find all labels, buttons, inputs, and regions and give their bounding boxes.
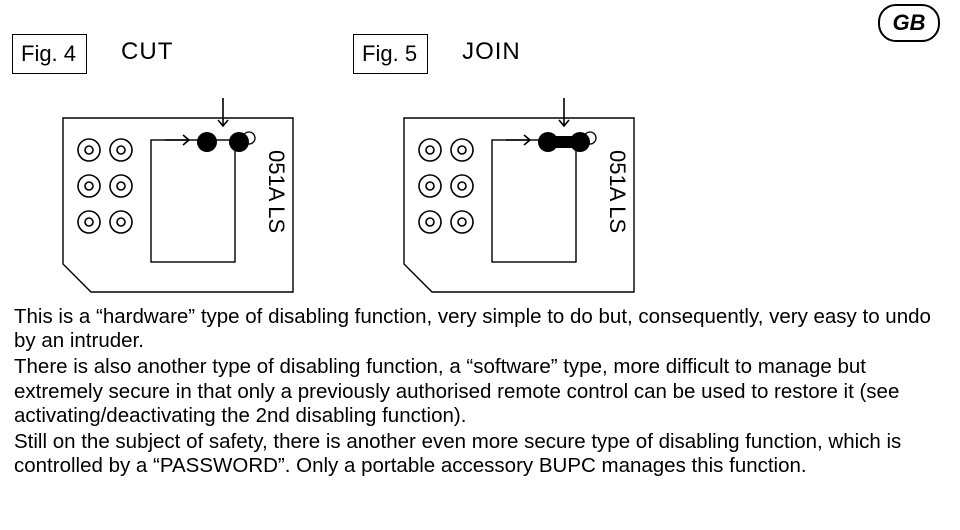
paragraph-2: There is also another type of disabling … xyxy=(14,355,932,428)
fig4-diagram: 051A LS xyxy=(53,96,313,311)
fig5-pcb-label: 051A LS xyxy=(605,150,630,233)
paragraph-3: Still on the subject of safety, there is… xyxy=(14,430,932,478)
figures-row: Fig. 4 CUT xyxy=(0,30,960,311)
fig4-pcb-label: 051A LS xyxy=(264,150,289,233)
figure-4: Fig. 4 CUT xyxy=(12,30,313,311)
fig5-diagram: 051A LS xyxy=(394,96,654,311)
fig4-label: Fig. 4 xyxy=(12,34,87,74)
figure-5: Fig. 5 JOIN xyxy=(353,30,654,311)
paragraph-1: This is a “hardware” type of disabling f… xyxy=(14,305,932,353)
fig5-label: Fig. 5 xyxy=(353,34,428,74)
fig4-op: CUT xyxy=(121,38,313,66)
fig5-op: JOIN xyxy=(462,38,654,66)
body-text: This is a “hardware” type of disabling f… xyxy=(14,305,932,480)
